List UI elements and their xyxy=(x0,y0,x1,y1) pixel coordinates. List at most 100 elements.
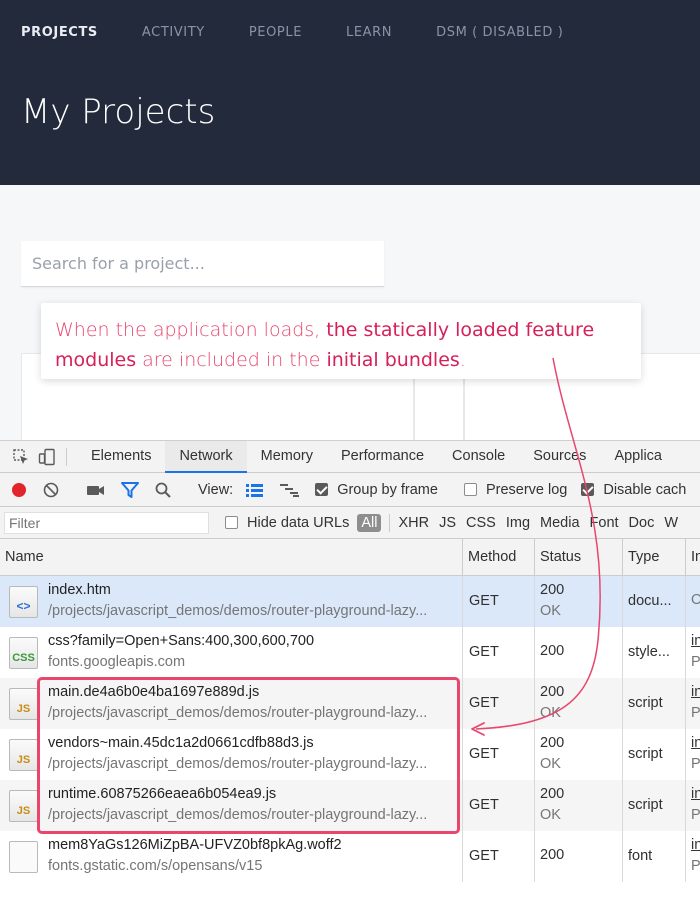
method-cell: GET xyxy=(462,831,534,882)
disable-cache-checkbox[interactable] xyxy=(581,483,595,496)
disable-cache-toggle[interactable]: Disable cach xyxy=(581,482,686,498)
project-search-input[interactable] xyxy=(21,241,384,286)
preserve-log-toggle[interactable]: Preserve log xyxy=(463,482,567,498)
filter-icon xyxy=(121,481,139,498)
page-title: My Projects xyxy=(21,92,216,132)
filter-input[interactable] xyxy=(5,512,208,533)
status-text: OK xyxy=(540,756,561,772)
js-file-icon: JS xyxy=(9,688,38,720)
name-cell: JS main.de4a6b0e4ba1697e889d.js /project… xyxy=(0,678,462,729)
column-header-name[interactable]: Name xyxy=(0,539,462,576)
initiator-text: P xyxy=(691,756,700,772)
status-cell: 200 OK xyxy=(534,678,622,729)
devtools-tab-bar: Elements Network Memory Performance Cons… xyxy=(0,440,700,473)
method-cell: GET xyxy=(462,576,534,627)
type-filter-js[interactable]: JS xyxy=(439,515,456,531)
initiator-cell: in P xyxy=(685,678,700,729)
initiator-link[interactable]: in xyxy=(691,837,700,853)
callout-text-3: are included in the xyxy=(136,349,327,371)
request-name: mem8YaGs126MiZpBA-UFVZ0bf8pkAg.woff2 xyxy=(48,837,342,853)
table-row[interactable]: <> index.htm /projects/javascript_demos/… xyxy=(0,576,700,627)
initiator-cell: O xyxy=(685,576,700,627)
tab-application[interactable]: Applica xyxy=(600,441,676,473)
tab-console[interactable]: Console xyxy=(438,441,519,473)
method-cell: GET xyxy=(462,780,534,831)
initiator-link[interactable]: in xyxy=(691,786,700,802)
type-filter-img[interactable]: Img xyxy=(506,515,530,531)
overview-toggle[interactable] xyxy=(279,482,301,498)
type-filter-doc[interactable]: Doc xyxy=(629,515,655,531)
type-filter-media[interactable]: Media xyxy=(540,515,580,531)
type-filter-all[interactable]: All xyxy=(357,513,382,532)
column-header-initiator[interactable]: In xyxy=(685,539,700,576)
callout-text-1: When the application loads, xyxy=(55,319,327,341)
record-button[interactable] xyxy=(10,481,28,499)
table-row[interactable]: JS main.de4a6b0e4ba1697e889d.js /project… xyxy=(0,678,700,729)
camera-icon xyxy=(87,485,104,495)
status-cell: 200 xyxy=(534,831,622,882)
status-code: 200 xyxy=(540,582,565,598)
nav-item-learn[interactable]: LEARN xyxy=(346,25,392,40)
screenshot-button[interactable] xyxy=(86,481,106,499)
request-name: main.de4a6b0e4ba1697e889d.js xyxy=(48,684,260,700)
nav-item-people[interactable]: PEOPLE xyxy=(249,25,302,40)
filter-button[interactable] xyxy=(120,481,140,499)
status-code: 200 xyxy=(540,847,565,863)
nav-item-dsm[interactable]: DSM ( DISABLED ) xyxy=(436,25,563,40)
column-header-type[interactable]: Type xyxy=(622,539,685,576)
type-cell: script xyxy=(622,780,685,831)
device-toolbar-icon[interactable] xyxy=(36,446,58,468)
tab-memory[interactable]: Memory xyxy=(247,441,327,473)
type-cell: docu... xyxy=(622,576,685,627)
tab-performance[interactable]: Performance xyxy=(327,441,438,473)
table-row[interactable]: CSS css?family=Open+Sans:400,300,600,700… xyxy=(0,627,700,678)
group-by-frame-label: Group by frame xyxy=(337,481,438,498)
hide-data-urls-toggle[interactable]: Hide data URLs xyxy=(225,515,349,531)
callout-text-4: initial bundles xyxy=(326,349,460,371)
table-row[interactable]: JS vendors~main.45dc1a2d0661cdfb88d3.js … xyxy=(0,729,700,780)
list-view-icon xyxy=(246,483,264,497)
status-code: 200 xyxy=(540,684,565,700)
initiator-text: O xyxy=(691,592,700,608)
initiator-link[interactable]: in xyxy=(691,735,700,751)
method-cell: GET xyxy=(462,729,534,780)
filter-bar: Hide data URLs All XHR JS CSS Img Media … xyxy=(0,507,700,539)
type-filter-xhr[interactable]: XHR xyxy=(398,515,429,531)
initiator-cell: in P xyxy=(685,831,700,882)
nav-item-projects[interactable]: PROJECTS xyxy=(21,25,98,40)
tab-sources[interactable]: Sources xyxy=(519,441,600,473)
column-header-status[interactable]: Status xyxy=(534,539,622,576)
type-filter-css[interactable]: CSS xyxy=(466,515,496,531)
group-by-frame-checkbox[interactable] xyxy=(315,483,329,496)
type-filter-font[interactable]: Font xyxy=(590,515,619,531)
type-filter-ws[interactable]: W xyxy=(664,515,678,531)
tab-elements[interactable]: Elements xyxy=(77,441,165,473)
search-button[interactable] xyxy=(154,481,172,499)
table-row[interactable]: mem8YaGs126MiZpBA-UFVZ0bf8pkAg.woff2 fon… xyxy=(0,831,700,882)
preserve-log-checkbox[interactable] xyxy=(463,483,477,496)
search-icon xyxy=(155,482,171,498)
initiator-cell: in P xyxy=(685,627,700,678)
status-cell: 200 OK xyxy=(534,576,622,627)
large-rows-toggle[interactable] xyxy=(245,482,265,498)
initiator-link[interactable]: in xyxy=(691,633,700,649)
request-path: /projects/javascript_demos/demos/router-… xyxy=(48,807,428,823)
status-text: OK xyxy=(540,807,561,823)
project-search-box[interactable] xyxy=(21,241,384,287)
inspect-element-icon[interactable] xyxy=(10,446,32,468)
request-path: fonts.googleapis.com xyxy=(48,654,186,670)
table-row[interactable]: JS runtime.60875266eaea6b054ea9.js /proj… xyxy=(0,780,700,831)
status-code: 200 xyxy=(540,735,565,751)
nav-item-activity[interactable]: ACTIVITY xyxy=(142,25,205,40)
js-file-icon: JS xyxy=(9,790,38,822)
column-header-method[interactable]: Method xyxy=(462,539,534,576)
record-icon xyxy=(12,482,26,497)
type-cell: style... xyxy=(622,627,685,678)
hide-data-urls-checkbox[interactable] xyxy=(225,516,238,529)
filter-box[interactable] xyxy=(4,511,209,534)
clear-button[interactable] xyxy=(42,481,60,499)
initiator-cell: in P xyxy=(685,780,700,831)
tab-network[interactable]: Network xyxy=(165,440,247,473)
initiator-link[interactable]: in xyxy=(691,684,700,700)
group-by-frame-toggle[interactable]: Group by frame xyxy=(315,482,438,498)
